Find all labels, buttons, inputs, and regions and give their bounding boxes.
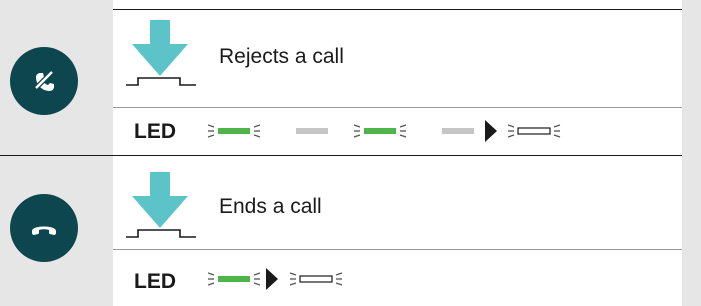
led-green-blink xyxy=(208,272,261,286)
sequence-arrow-icon xyxy=(485,120,497,142)
sequence-arrow-icon xyxy=(266,268,278,290)
right-sidebar-panel xyxy=(682,0,701,306)
led-label: LED xyxy=(134,120,176,143)
led-grey-solid xyxy=(442,128,474,134)
led-grey-solid xyxy=(296,128,328,134)
led-white-blink xyxy=(507,124,561,138)
led-label: LED xyxy=(134,270,176,293)
led-green-blink xyxy=(353,124,407,138)
reject-call-icon xyxy=(33,69,55,91)
action-label: Ends a call xyxy=(219,195,322,218)
action-label: Rejects a call xyxy=(219,45,344,68)
divider-top xyxy=(113,9,682,10)
left-sidebar-panel xyxy=(0,0,113,306)
divider-row1-inner xyxy=(113,107,682,108)
divider-middle xyxy=(0,155,682,156)
end-call-icon xyxy=(32,226,56,235)
press-button-icon xyxy=(126,172,196,238)
end-call-button[interactable] xyxy=(10,194,78,262)
reject-call-button[interactable] xyxy=(10,47,78,115)
led-green-blink xyxy=(208,124,261,138)
led-sequence xyxy=(208,120,561,142)
press-button-icon xyxy=(126,20,196,86)
led-sequence xyxy=(208,268,343,290)
divider-row2-inner xyxy=(113,249,682,250)
led-white-blink xyxy=(289,272,343,286)
